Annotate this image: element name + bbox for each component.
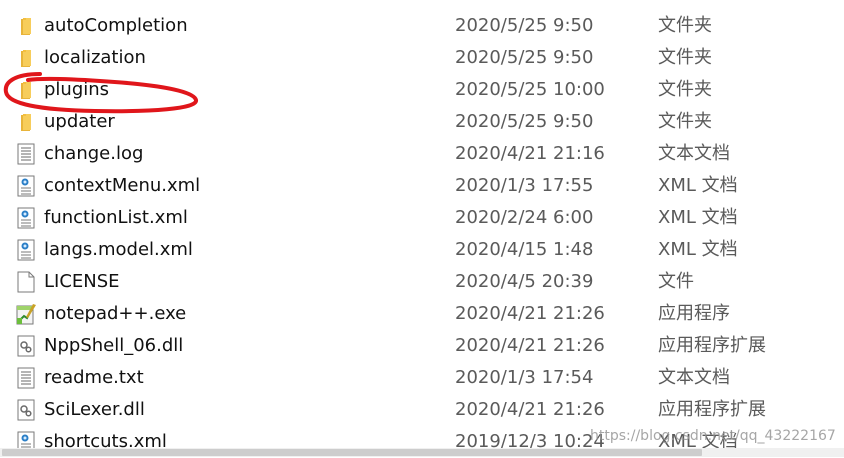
file-row[interactable]: NppShell_06.dll 2020/4/21 21:26 应用程序扩展 [0,330,844,362]
file-row[interactable]: readme.txt 2020/1/3 17:54 文本文档 [0,362,844,394]
folder-icon [14,46,38,70]
file-name: LICENSE [44,271,120,292]
file-type: 应用程序扩展 [658,335,766,356]
file-date: 2020/1/3 17:54 [455,367,594,388]
notepad-exe-icon [14,302,38,326]
file-date: 2020/4/5 20:39 [455,271,594,292]
file-name: functionList.xml [44,207,188,228]
file-name: SciLexer.dll [44,399,145,420]
folder-icon [14,14,38,38]
file-date: 2020/4/21 21:26 [455,399,605,420]
file-date: 2020/4/21 21:26 [455,303,605,324]
file-date: 2020/1/3 17:55 [455,175,594,196]
file-date: 2020/5/25 10:00 [455,79,605,100]
file-date: 2020/5/25 9:50 [455,111,594,132]
file-name: contextMenu.xml [44,175,201,196]
file-type: 文本文档 [658,367,730,388]
scrollbar-thumb[interactable] [2,449,702,456]
file-name: autoCompletion [44,15,188,36]
file-type: 文件 [658,271,694,292]
file-type: 文件夹 [658,111,712,132]
xml-file-icon [14,174,38,198]
file-name: localization [44,47,146,68]
horizontal-scrollbar[interactable] [0,448,844,457]
file-name: NppShell_06.dll [44,335,184,356]
file-date: 2020/4/21 21:26 [455,335,605,356]
file-row[interactable]: contextMenu.xml 2020/1/3 17:55 XML 文档 [0,170,844,202]
blank-file-icon [14,270,38,294]
file-date: 2020/5/25 9:50 [455,47,594,68]
file-type: XML 文档 [658,239,738,260]
file-date: 2020/5/25 9:50 [455,15,594,36]
folder-icon [14,110,38,134]
file-row[interactable]: langs.model.xml 2020/4/15 1:48 XML 文档 [0,234,844,266]
file-row[interactable]: localization 2020/5/25 9:50 文件夹 [0,42,844,74]
file-name: notepad++.exe [44,303,187,324]
file-row[interactable]: LICENSE 2020/4/5 20:39 文件 [0,266,844,298]
file-name: change.log [44,143,144,164]
dll-file-icon [14,398,38,422]
file-name: updater [44,111,115,132]
file-type: 文本文档 [658,143,730,164]
file-row[interactable]: notepad++.exe 2020/4/21 21:26 应用程序 [0,298,844,330]
file-row[interactable]: functionList.xml 2020/2/24 6:00 XML 文档 [0,202,844,234]
watermark-text: https://blog.csdn.net/qq_43222167 [590,428,836,444]
file-type: 文件夹 [658,79,712,100]
file-name: readme.txt [44,367,144,388]
folder-icon [14,78,38,102]
file-type: 文件夹 [658,15,712,36]
file-name: plugins [44,79,110,100]
text-file-icon [14,366,38,390]
file-row[interactable]: plugins 2020/5/25 10:00 文件夹 [0,74,844,106]
file-date: 2020/4/15 1:48 [455,239,594,260]
file-date: 2020/4/21 21:16 [455,143,605,164]
text-file-icon [14,142,38,166]
file-type: XML 文档 [658,175,738,196]
file-type: 应用程序扩展 [658,399,766,420]
file-row[interactable]: SciLexer.dll 2020/4/21 21:26 应用程序扩展 [0,394,844,426]
xml-file-icon [14,206,38,230]
file-name: langs.model.xml [44,239,193,260]
file-type: 文件夹 [658,47,712,68]
file-row[interactable]: change.log 2020/4/21 21:16 文本文档 [0,138,844,170]
file-row[interactable]: autoCompletion 2020/5/25 9:50 文件夹 [0,10,844,42]
file-row[interactable]: updater 2020/5/25 9:50 文件夹 [0,106,844,138]
file-type: 应用程序 [658,303,730,324]
file-list: autoCompletion 2020/5/25 9:50 文件夹 locali… [0,10,844,458]
file-type: XML 文档 [658,207,738,228]
dll-file-icon [14,334,38,358]
xml-file-icon [14,238,38,262]
file-date: 2020/2/24 6:00 [455,207,594,228]
